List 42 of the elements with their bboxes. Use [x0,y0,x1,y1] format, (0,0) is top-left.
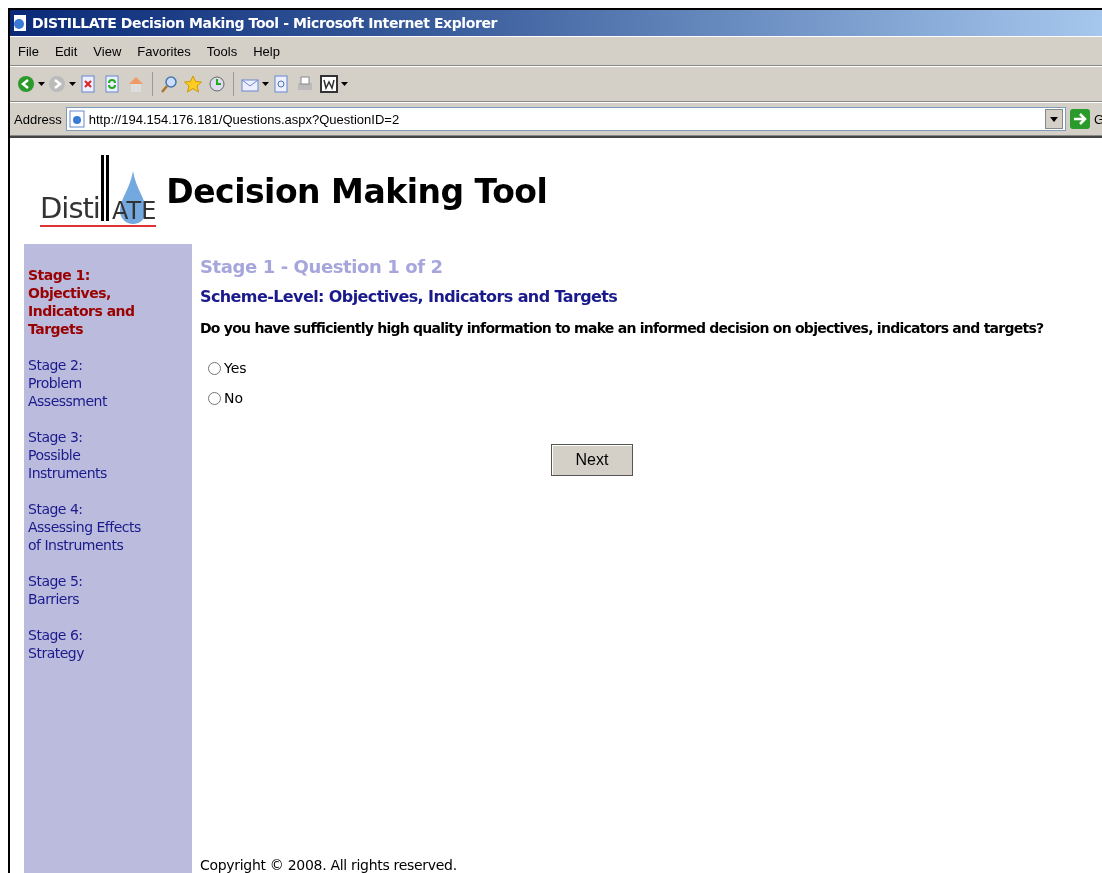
stage-link[interactable]: Stage 4: Assessing Effects of Instruments [28,500,152,554]
stage-link[interactable]: Stage 1: Objectives, Indicators and Targets [28,266,152,338]
back-icon[interactable] [17,75,35,93]
radio-button[interactable] [208,391,221,405]
stage-link[interactable]: Stage 2: Problem Assessment [28,356,152,410]
stage-link[interactable]: Stage 6: Strategy [28,626,152,662]
refresh-icon[interactable] [103,75,121,93]
history-icon[interactable] [208,75,226,93]
address-field[interactable]: http://194.154.176.181/Questions.aspx?QuestionID=2 [65,107,1066,131]
stop-icon[interactable] [79,75,97,93]
menu-item[interactable]: File [10,43,47,59]
star-icon[interactable] [184,75,202,93]
next-button[interactable]: Next [551,444,633,476]
printer-icon[interactable] [296,75,314,93]
radio-button[interactable] [208,361,221,375]
option-label: Yes [224,360,247,376]
option-label: No [224,390,244,406]
dropdown-caret-icon[interactable] [1049,116,1058,122]
stage-link[interactable]: Stage 3: Possible Instruments [28,428,152,482]
section-heading: Scheme-Level: Objectives, Indicators and Targets [200,287,619,306]
page-icon [68,110,85,128]
copyright-text: Copyright © 2008. All rights reserved. [200,857,458,873]
window-title: DISTILLATE Decision Making Tool - Microsoft Internet Explorer [32,15,498,31]
preview-icon[interactable] [272,75,290,93]
address-text: http://194.154.176.181/Questions.aspx?QuestionID=2 [88,111,400,127]
menu-item[interactable]: Edit [46,43,86,59]
caret-icon[interactable] [341,82,348,86]
menu-item[interactable]: Favorites [129,43,199,59]
caret-icon[interactable] [38,82,45,86]
caret-icon[interactable] [262,82,269,86]
question-text: Do you have sufficiently high quality information to make an informed decision on objectives, indicators and targets? [200,320,1045,336]
address-label: Address [14,111,62,127]
stage-link[interactable]: Stage 5: Barriers [28,572,152,608]
word-icon[interactable] [320,75,338,93]
caret-icon[interactable] [69,82,76,86]
page-title: Decision Making Tool [166,171,548,211]
menu-item[interactable]: Tools [198,43,246,59]
search-icon[interactable] [160,75,178,93]
browser-icon [12,14,28,32]
menu-item[interactable]: View [85,43,130,59]
go-arrow-icon[interactable] [1069,109,1090,129]
menu-item[interactable]: Help [245,43,288,59]
